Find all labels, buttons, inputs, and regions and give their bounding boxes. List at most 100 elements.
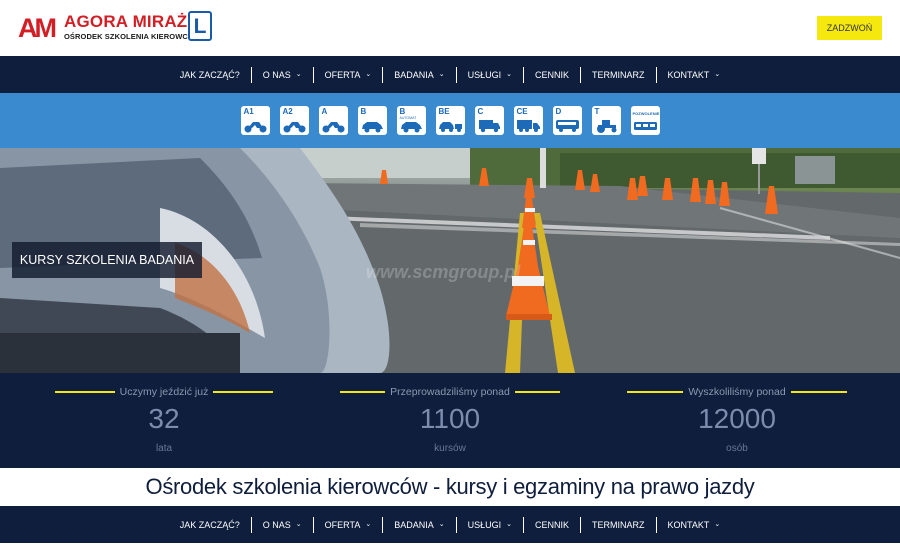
category-a[interactable]: A [318,106,348,135]
stat-value: 12000 [698,403,776,434]
nav-item-label: JAK ZACZĄĆ? [179,519,240,530]
chevron-down-icon: ⌄ [295,70,302,78]
category-label: B [399,107,406,116]
nav-item-label: CENNIK [535,69,570,80]
chevron-down-icon: ⌄ [714,520,721,528]
stat-header: Wyszkoliliśmy ponad [627,386,847,398]
site-logo[interactable]: AM AGORA MIRAŻ OŚRODEK SZKOLENIA KIEROWC… [18,10,218,44]
license-category-bar: A1 A2 A B B AUTOMAT BE C CE D T POZWOLENIE [0,93,900,148]
nav-item-cennik[interactable]: CENNIK [523,516,580,533]
page-heading-section: Ośrodek szkolenia kierowców - kursy i eg… [0,468,900,506]
divider-line [340,391,386,393]
stat-block: Uczymy jeździć już 32 lata [54,373,274,468]
chevron-down-icon: ⌄ [506,520,512,528]
logo-name: AGORA MIRAŻ [64,12,188,31]
logo-mark: AM [18,13,57,43]
nav-item-label: OFERTA [324,519,361,530]
nav-item-label: O NAS [262,69,291,80]
sticky-nav: JAK ZACZĄĆ? O NAS ⌄ OFERTA ⌄ BADANIA ⌄ USŁUGI ⌄ C… [0,506,900,543]
nav-item-kontakt[interactable]: KONTAKT ⌄ [655,66,732,83]
stat-caption: Przeprowadziliśmy ponad [390,386,510,398]
call-button[interactable]: ZADZWOŃ [817,16,882,40]
category-a1[interactable]: A1 [240,106,270,135]
category-pozwolenie[interactable]: POZWOLENIE [630,106,660,135]
stat-caption: Uczymy jeździć już [119,386,209,398]
category-be[interactable]: BE [435,106,465,135]
nav-item-jak-zaczac[interactable]: JAK ZACZĄĆ? [169,67,251,83]
nav-item-label: OFERTA [324,69,361,80]
nav-item-label: CENNIK [535,519,570,530]
hero-banner: KURSY SZKOLENIA BADANIA www.scmgroup.pl [0,148,900,373]
nav-item-label: USŁUGI [467,519,502,530]
category-label: A2 [282,107,293,116]
nav-item-cennik[interactable]: CENNIK [523,66,580,83]
main-nav: JAK ZACZĄĆ? O NAS ⌄ OFERTA ⌄ BADANIA ⌄ USŁUGI ⌄ C… [0,56,900,93]
stat-header: Przeprowadziliśmy ponad [340,386,560,398]
nav-item-terminarz[interactable]: TERMINARZ [580,516,656,533]
chevron-down-icon: ⌄ [365,70,372,78]
nav-item-label: O NAS [262,519,291,530]
nav-item-oferta[interactable]: OFERTA ⌄ [312,66,383,83]
category-label: B [360,107,367,116]
stat-header: Uczymy jeździć już [54,386,274,398]
divider-line [514,391,560,393]
stat-unit: kursów [434,443,466,454]
chevron-down-icon: ⌄ [506,70,512,78]
nav-item-label: TERMINARZ [592,519,645,530]
nav-item-label: TERMINARZ [592,69,645,80]
stat-value: 32 [148,403,180,434]
nav-item-label: BADANIA [394,519,434,530]
stat-value: 1100 [419,403,481,434]
category-label: CE [516,107,528,116]
nav-item-jak-zaczac[interactable]: JAK ZACZĄĆ? [169,517,251,533]
nav-item-badania[interactable]: BADANIA ⌄ [382,516,455,533]
nav-item-uslugi[interactable]: USŁUGI ⌄ [455,516,523,533]
category-b-automat[interactable]: B AUTOMAT [396,106,426,135]
chevron-down-icon: ⌄ [295,520,302,528]
stat-block: Przeprowadziliśmy ponad 1100 kursów [340,373,560,468]
site-header: AM AGORA MIRAŻ OŚRODEK SZKOLENIA KIEROWC… [0,0,900,56]
nav-item-oferta[interactable]: OFERTA ⌄ [312,516,383,533]
category-d[interactable]: D [552,106,582,135]
category-t[interactable]: T [591,106,621,135]
chevron-down-icon: ⌄ [714,70,721,78]
nav-item-terminarz[interactable]: TERMINARZ [580,66,656,83]
nav-item-label: BADANIA [394,69,434,80]
category-label: BE [438,107,450,116]
category-label: C [477,107,484,116]
chevron-down-icon: ⌄ [365,520,372,528]
chevron-down-icon: ⌄ [438,70,445,78]
nav-item-label: KONTAKT [667,519,710,530]
nav-item-o-nas[interactable]: O NAS ⌄ [250,66,313,83]
stats-section: Uczymy jeździć już 32 lata Przeprowadziliśm… [0,373,900,468]
nav-item-uslugi[interactable]: USŁUGI ⌄ [455,66,523,83]
nav-item-label: JAK ZACZĄĆ? [179,69,240,80]
nav-item-label: KONTAKT [667,69,710,80]
hero-label[interactable]: KURSY SZKOLENIA BADANIA [12,242,202,278]
nav-item-kontakt[interactable]: KONTAKT ⌄ [655,516,732,533]
hero-watermark: www.scmgroup.pl [366,262,521,282]
divider-line [213,391,274,393]
category-label: A1 [243,107,254,116]
category-a2[interactable]: A2 [279,106,309,135]
divider-line [54,391,115,393]
chevron-down-icon: ⌄ [438,520,445,528]
learner-plate-letter: L [193,14,207,38]
category-b[interactable]: B [357,106,387,135]
category-label: T [594,107,600,116]
category-ce[interactable]: CE [513,106,543,135]
nav-item-badania[interactable]: BADANIA ⌄ [382,66,455,83]
stat-caption: Wyszkoliliśmy ponad [688,386,786,398]
stat-unit: lata [155,443,173,454]
category-label: D [555,107,562,116]
category-label: POZWOLENIE [632,111,660,116]
nav-item-o-nas[interactable]: O NAS ⌄ [250,516,313,533]
logo-subtitle: OŚRODEK SZKOLENIA KIEROWCÓW [64,32,202,41]
category-label: A [321,107,328,116]
category-c[interactable]: C [474,106,504,135]
learner-plate-icon: L [188,11,212,41]
stat-block: Wyszkoliliśmy ponad 12000 osób [627,373,847,468]
divider-line [627,391,684,393]
page-title: Ośrodek szkolenia kierowców - kursy i eg… [145,474,755,499]
nav-item-label: USŁUGI [467,69,502,80]
